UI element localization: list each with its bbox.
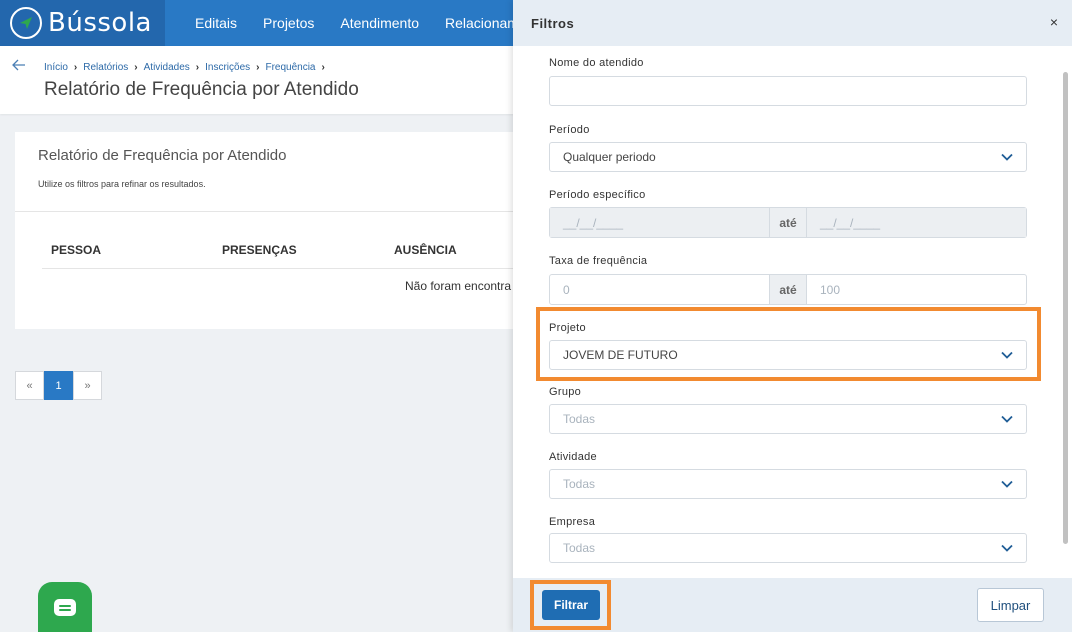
column-header-ausencia[interactable]: AUSÊNCIA: [394, 243, 457, 257]
pagination-page-1[interactable]: 1: [44, 371, 73, 400]
filters-title: Filtros: [531, 16, 575, 31]
breadcrumb-relatorios[interactable]: Relatórios: [83, 62, 128, 73]
close-icon[interactable]: ×: [1050, 14, 1058, 30]
pagination: « 1 »: [15, 371, 102, 400]
report-card: Relatório de Frequência por Atendido Uti…: [15, 132, 562, 329]
breadcrumb-separator: ›: [73, 62, 78, 73]
nav-item-editais[interactable]: Editais: [182, 15, 250, 31]
periodo-value: Qualquer periodo: [563, 150, 656, 164]
breadcrumb-inscricoes[interactable]: Inscrições: [205, 62, 250, 73]
grupo-label: Grupo: [549, 386, 582, 398]
taxa-from-input[interactable]: 0: [550, 275, 769, 304]
empty-message: Não foram encontra: [405, 279, 512, 293]
breadcrumb-atividades[interactable]: Atividades: [144, 62, 190, 73]
taxa-label: Taxa de frequência: [549, 255, 648, 267]
empresa-value: Todas: [563, 541, 596, 555]
chevron-down-icon: [1001, 351, 1013, 359]
taxa-range: 0 até 100: [549, 274, 1027, 305]
chevron-down-icon: [1001, 544, 1013, 552]
nome-label: Nome do atendido: [549, 57, 644, 69]
divider: [42, 268, 562, 269]
pagination-prev[interactable]: «: [15, 371, 44, 400]
breadcrumb-inicio[interactable]: Início: [44, 62, 68, 73]
filters-footer: Filtrar Limpar: [513, 578, 1072, 632]
page-title: Relatório de Frequência por Atendido: [44, 79, 359, 100]
clear-button[interactable]: Limpar: [977, 588, 1044, 622]
empresa-label: Empresa: [549, 516, 596, 528]
breadcrumb-frequencia[interactable]: Frequência: [265, 62, 315, 73]
chevron-down-icon: [1001, 415, 1013, 423]
empresa-select[interactable]: Todas: [549, 533, 1027, 563]
column-header-pessoa[interactable]: PESSOA: [51, 243, 101, 257]
chevron-down-icon: [1001, 480, 1013, 488]
projeto-label: Projeto: [549, 322, 586, 334]
breadcrumb-separator: ›: [256, 62, 260, 73]
periodo-especifico-range: __/__/____ até __/__/____: [549, 207, 1027, 238]
range-separator: até: [769, 275, 807, 304]
range-separator: até: [769, 208, 807, 237]
projeto-value: JOVEM DE FUTURO: [563, 348, 678, 362]
grupo-select[interactable]: Todas: [549, 404, 1027, 434]
periodo-select[interactable]: Qualquer periodo: [549, 142, 1027, 172]
breadcrumb-separator: ›: [134, 62, 138, 73]
card-title: Relatório de Frequência por Atendido: [38, 147, 287, 164]
card-subtitle: Utilize os filtros para refinar os resul…: [38, 179, 206, 189]
date-from-input[interactable]: __/__/____: [550, 208, 769, 237]
nav-item-projetos[interactable]: Projetos: [250, 15, 327, 31]
brand-name: Bússola: [48, 8, 152, 38]
periodo-label: Período: [549, 124, 590, 136]
chat-icon: [54, 598, 76, 616]
chevron-down-icon: [1001, 153, 1013, 161]
breadcrumb: Início › Relatórios › Atividades › Inscriçõ…: [44, 62, 325, 73]
taxa-to-input[interactable]: 100: [807, 275, 1026, 304]
atividade-label: Atividade: [549, 451, 597, 463]
pagination-next[interactable]: »: [73, 371, 102, 400]
projeto-select[interactable]: JOVEM DE FUTURO: [549, 340, 1027, 370]
atividade-value: Todas: [563, 477, 596, 491]
scrollbar[interactable]: [1063, 72, 1068, 544]
atividade-select[interactable]: Todas: [549, 469, 1027, 499]
breadcrumb-separator: ›: [321, 62, 325, 73]
nav-item-atendimento[interactable]: Atendimento: [327, 15, 432, 31]
divider: [15, 211, 555, 212]
grupo-value: Todas: [563, 412, 596, 426]
periodo-especifico-label: Período específico: [549, 189, 646, 201]
nome-input[interactable]: [549, 76, 1027, 106]
filters-panel: Filtros × Nome do atendido Período Qualq…: [513, 0, 1072, 632]
breadcrumb-separator: ›: [195, 62, 200, 73]
filter-button[interactable]: Filtrar: [542, 590, 600, 620]
date-to-input[interactable]: __/__/____: [807, 208, 1026, 237]
column-header-presencas[interactable]: PRESENÇAS: [222, 243, 297, 257]
compass-icon: [10, 7, 42, 39]
brand-logo[interactable]: Bússola: [0, 0, 165, 46]
back-arrow-icon[interactable]: [12, 58, 26, 76]
chat-button[interactable]: [38, 582, 92, 632]
filters-header: Filtros ×: [513, 0, 1072, 46]
